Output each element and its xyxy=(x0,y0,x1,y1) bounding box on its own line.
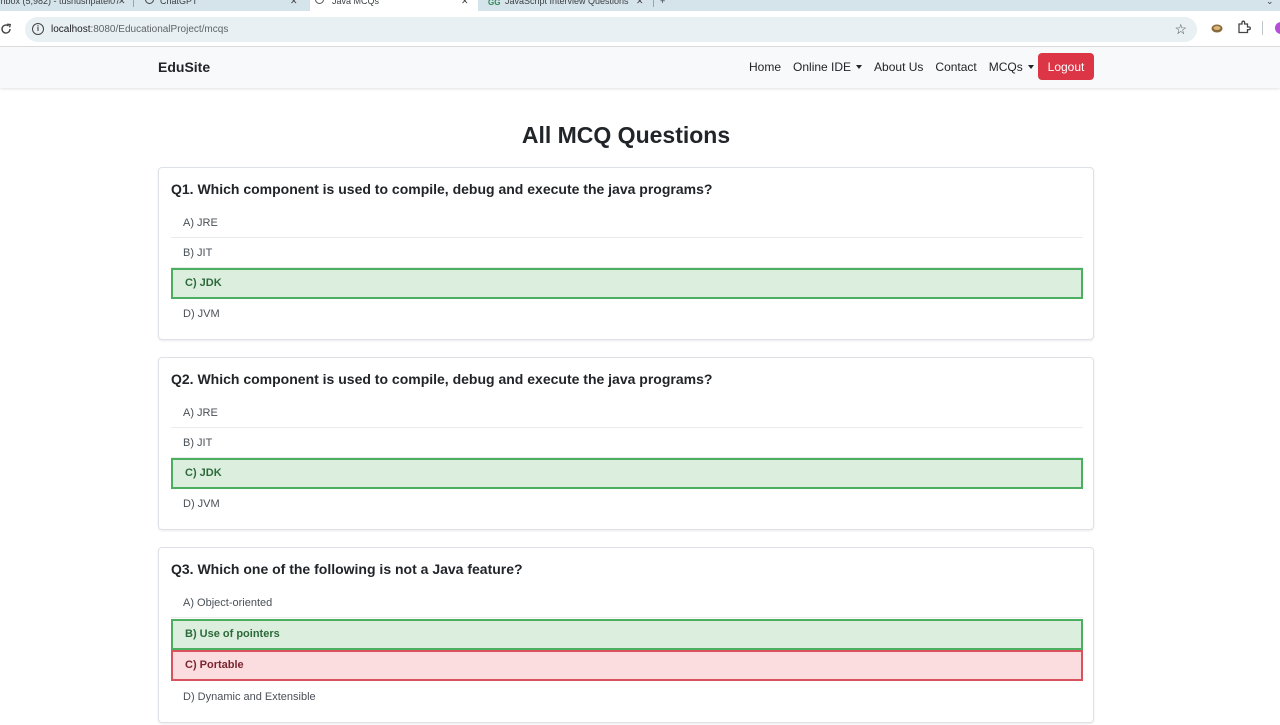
tab-close-icon[interactable]: ✕ xyxy=(461,0,469,8)
option-d[interactable]: D) Dynamic and Extensible xyxy=(171,682,1083,712)
extension-icon[interactable] xyxy=(1211,20,1223,33)
option-a[interactable]: A) Object-oriented xyxy=(171,588,1083,618)
question-text: Q3. Which one of the following is not a … xyxy=(171,561,523,577)
chatgpt-icon xyxy=(145,0,154,4)
nav-online-ide[interactable]: Online IDE xyxy=(793,60,863,74)
nav-links: Home Online IDE About Us Contact MCQs xyxy=(749,60,1046,74)
option-d[interactable]: D) JVM xyxy=(171,489,1083,519)
question-card: Q1. Which component is used to compile, … xyxy=(158,167,1094,340)
site-info-icon[interactable]: i xyxy=(32,23,44,35)
tab-search-button[interactable]: ⌄ xyxy=(1266,0,1280,11)
tab-title: JavaScript Interview Questions xyxy=(505,0,629,6)
option-b[interactable]: B) JIT xyxy=(171,428,1083,458)
reload-icon[interactable] xyxy=(0,20,14,38)
site-favicon-icon: GG xyxy=(488,0,501,7)
option-c-correct[interactable]: C) JDK xyxy=(171,458,1083,489)
option-a[interactable]: A) JRE xyxy=(171,398,1083,428)
nav-contact[interactable]: Contact xyxy=(935,60,976,74)
nav-about-us[interactable]: About Us xyxy=(874,60,923,74)
page-title: All MCQ Questions xyxy=(521,122,731,148)
new-tab-icon: + xyxy=(660,0,666,6)
question-card: Q3. Which one of the following is not a … xyxy=(158,547,1094,723)
site-navbar: EduSite Home Online IDE About Us Contact… xyxy=(0,47,1280,88)
toolbar-separator xyxy=(1262,21,1263,35)
option-c-correct[interactable]: C) JDK xyxy=(171,268,1083,299)
browser-tab-inbox[interactable]: Inbox (5,982) - tushushpatel07 ✕ xyxy=(0,0,130,11)
browser-tab-javascript[interactable]: GG JavaScript Interview Questions ✕ xyxy=(482,0,652,11)
url-text[interactable]: localhost:8080/EducationalProject/mcqs xyxy=(51,23,228,36)
brand-logo[interactable]: EduSite xyxy=(158,59,210,75)
option-d[interactable]: D) JVM xyxy=(171,299,1083,329)
tab-close-icon[interactable]: ✕ xyxy=(290,0,298,8)
new-tab-button[interactable]: + xyxy=(660,0,672,11)
nav-mcqs[interactable]: MCQs xyxy=(989,60,1034,74)
nav-online-ide-label: Online IDE xyxy=(793,60,852,74)
nav-home[interactable]: Home xyxy=(749,60,781,74)
browser-tab-java-mcqs[interactable]: Java MCQs ✕ xyxy=(310,0,478,11)
question-card: Q2. Which component is used to compile, … xyxy=(158,357,1094,530)
browser-toolbar: i localhost:8080/EducationalProject/mcqs… xyxy=(0,11,1280,47)
url-host: localhost xyxy=(51,24,91,35)
nav-mcqs-label: MCQs xyxy=(988,60,1023,74)
tab-title: Java MCQs xyxy=(332,0,380,6)
chevron-down-icon: ⌄ xyxy=(1266,0,1274,6)
browser-tab-chatgpt[interactable]: ChatGPT ✕ xyxy=(140,0,305,11)
option-b-correct[interactable]: B) Use of pointers xyxy=(171,619,1083,650)
tab-close-icon[interactable]: ✕ xyxy=(636,0,644,8)
question-text: Q2. Which component is used to compile, … xyxy=(171,371,713,387)
option-c-wrong[interactable]: C) Portable xyxy=(171,650,1083,681)
extensions-puzzle-icon[interactable] xyxy=(1237,20,1251,34)
tab-close-icon[interactable]: ✕ xyxy=(118,0,126,8)
address-bar[interactable]: i localhost:8080/EducationalProject/mcqs… xyxy=(25,17,1197,42)
question-text: Q1. Which component is used to compile, … xyxy=(171,181,713,197)
option-a[interactable]: A) JRE xyxy=(171,208,1083,238)
caret-down-icon xyxy=(856,64,863,69)
logout-button[interactable]: Logout xyxy=(1038,53,1094,80)
tab-separator xyxy=(653,0,654,7)
option-b[interactable]: B) JIT xyxy=(171,238,1083,268)
tab-separator xyxy=(133,0,134,7)
tab-title: ChatGPT xyxy=(160,0,198,6)
tab-title: Inbox (5,982) - tushushpatel07 xyxy=(0,0,121,6)
url-path: :8080/EducationalProject/mcqs xyxy=(90,24,229,35)
browser-tab-strip: Inbox (5,982) - tushushpatel07 ✕ ChatGPT… xyxy=(0,0,1280,11)
globe-icon xyxy=(315,0,324,4)
bookmark-star-icon[interactable]: ☆ xyxy=(1174,21,1187,37)
profile-avatar[interactable] xyxy=(1275,22,1280,34)
caret-down-icon xyxy=(1027,64,1034,69)
